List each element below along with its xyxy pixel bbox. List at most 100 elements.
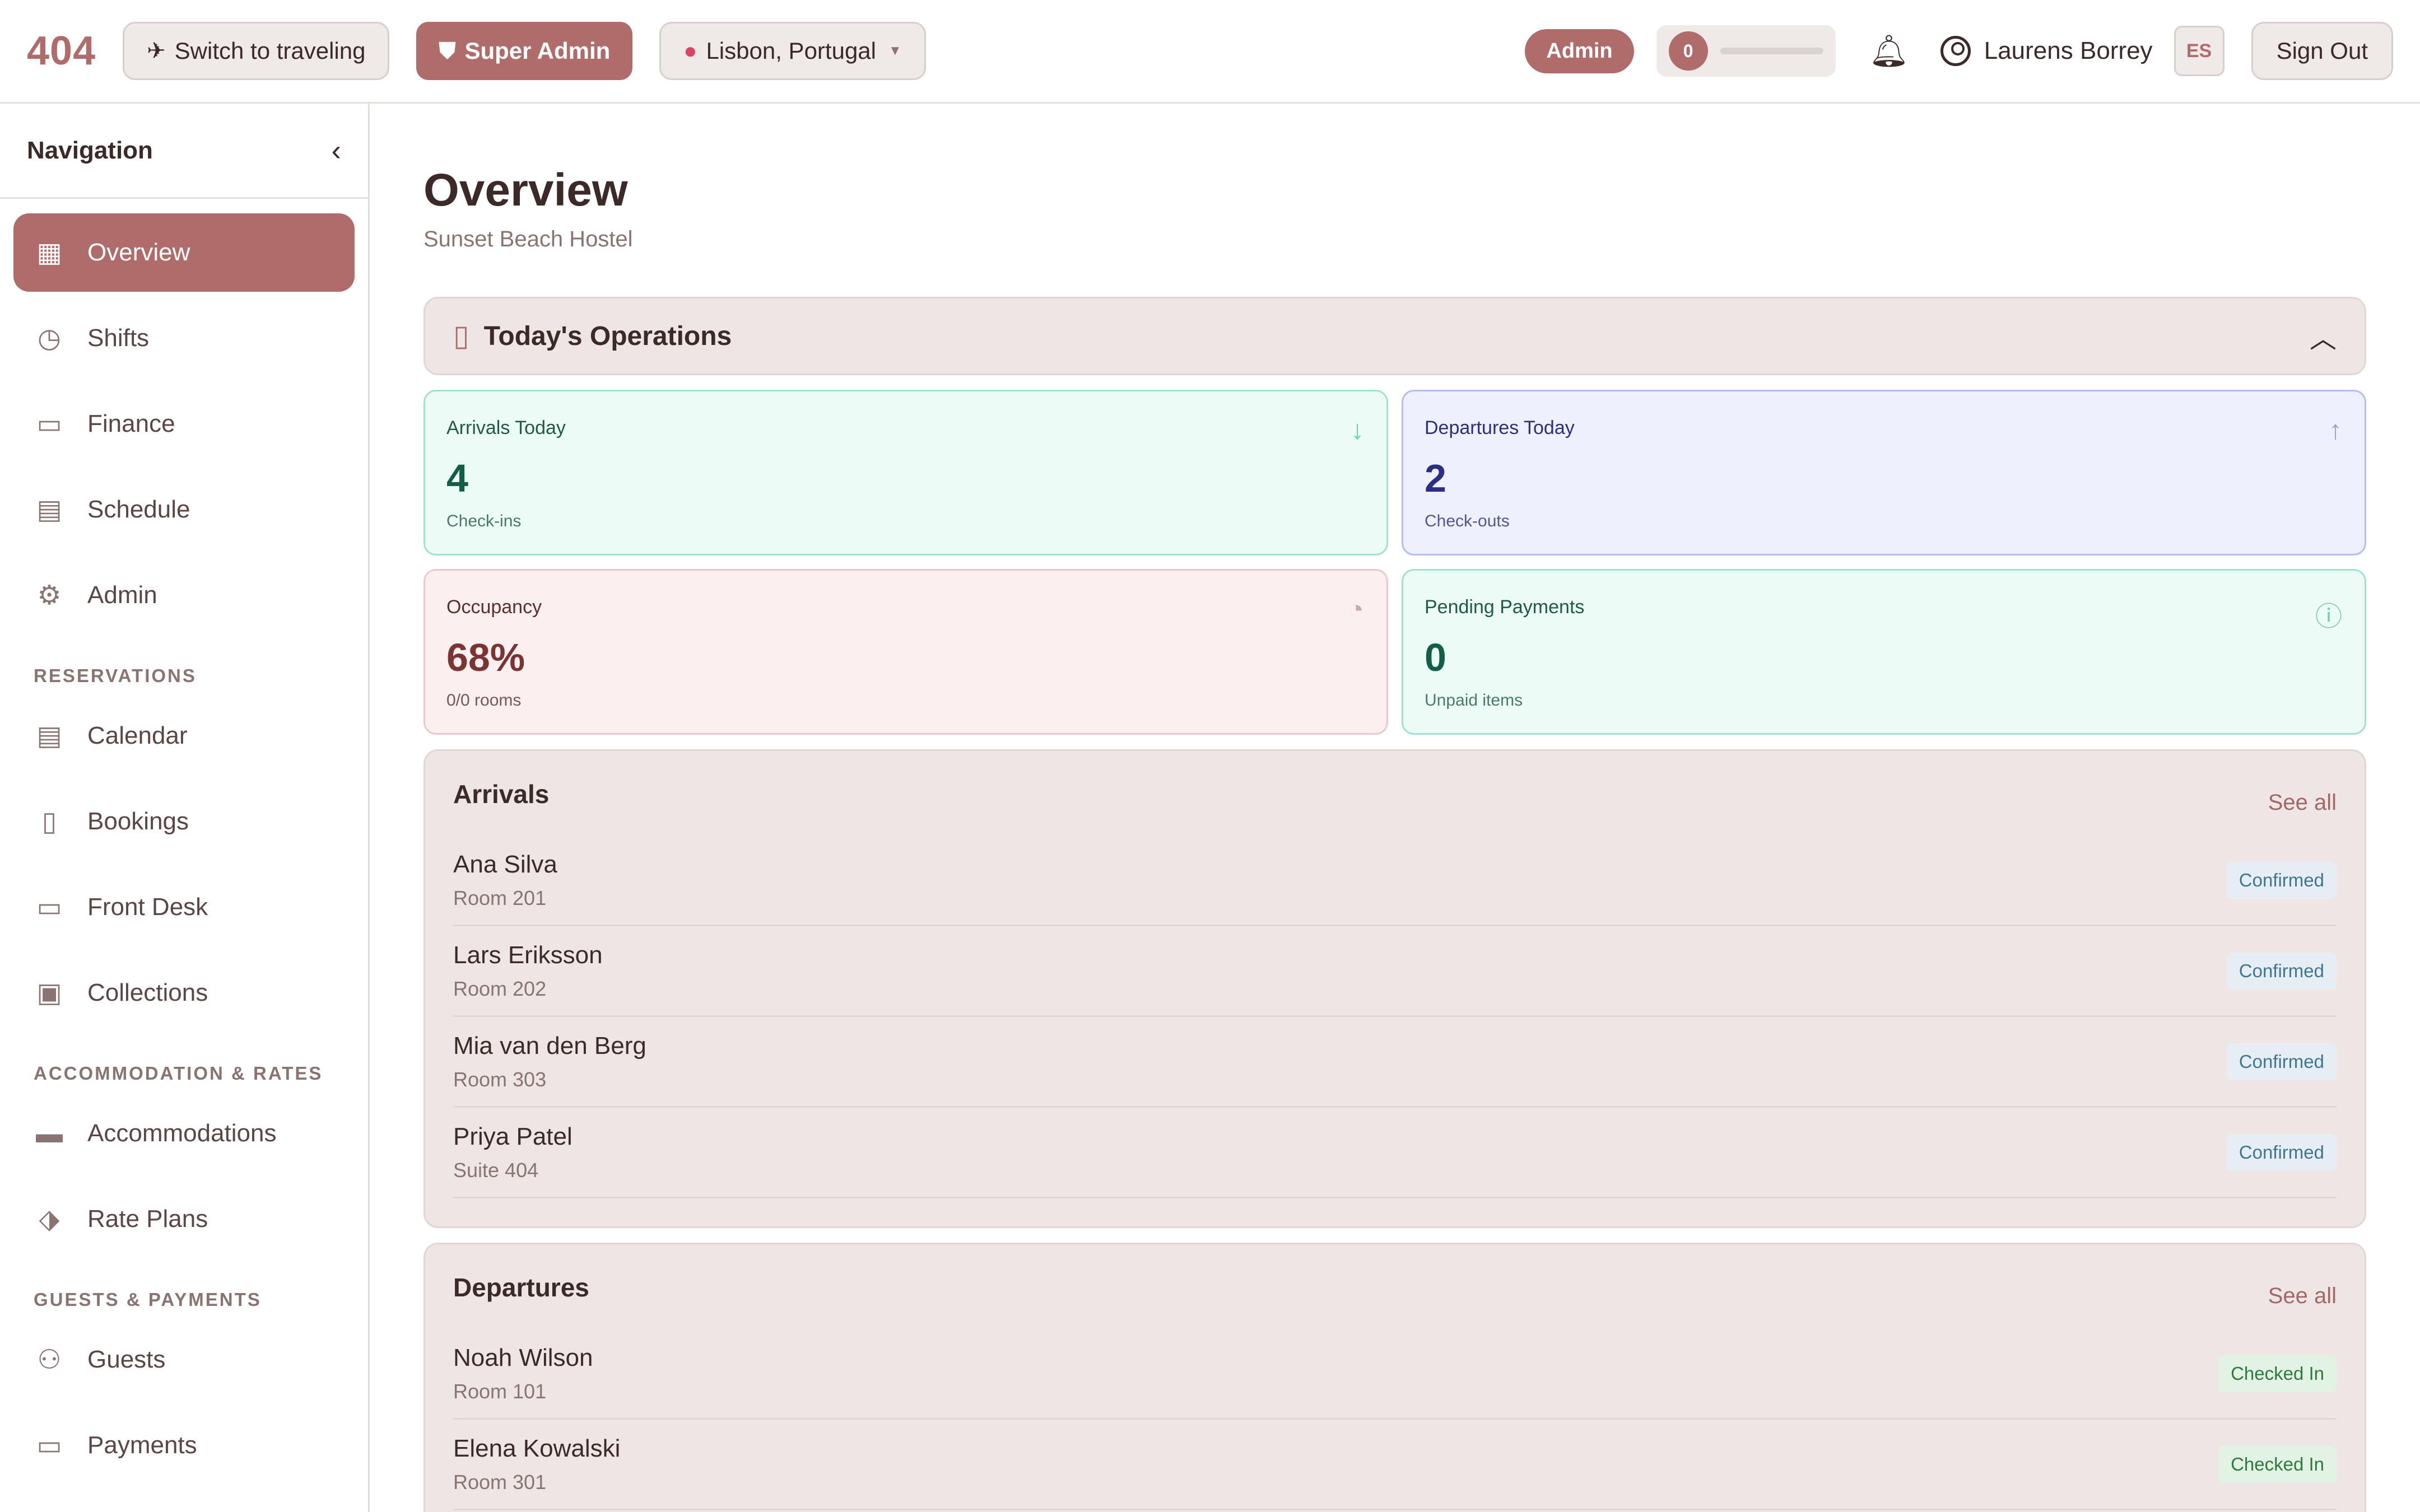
page-subtitle: Sunset Beach Hostel — [424, 227, 633, 251]
gear-icon: ⚙ — [37, 581, 62, 610]
chevron-down-icon: ▼ — [888, 43, 902, 58]
card-value: 2 — [1425, 456, 1446, 500]
user-menu[interactable]: Laurens Borrey — [1940, 36, 2153, 66]
list-item[interactable]: Noah Wilson Room 101 Checked In — [453, 1329, 2337, 1420]
chevron-up-icon: ︿ — [2309, 324, 2337, 354]
language-switch[interactable]: ES — [2174, 26, 2224, 76]
progress-count: 0 — [1668, 31, 1708, 71]
calendar-icon: ▤ — [36, 721, 62, 751]
main-content: Overview Sunset Beach Hostel ▯ Today's O… — [371, 104, 2420, 1512]
sidebar-item-label: Rate Plans — [87, 1205, 208, 1233]
sidebar-item-rate-plans[interactable]: ⬗ Rate Plans — [13, 1180, 355, 1258]
departures-header: Departures See all — [453, 1272, 2337, 1309]
guest-info: Priya Patel Suite 404 — [453, 1123, 573, 1182]
sidebar-item-collections[interactable]: ▣ Collections — [13, 954, 355, 1032]
navigation-title: Navigation — [27, 136, 153, 164]
guest-name: Elena Kowalski — [453, 1434, 621, 1462]
list-item[interactable]: Elena Kowalski Room 301 Checked In — [453, 1420, 2337, 1510]
bookmark-icon: ▯ — [41, 807, 57, 837]
card-value: 0 — [1425, 636, 1446, 679]
pending-payments-card: Pending Payments 0 Unpaid items ⓘ — [1402, 569, 2366, 735]
room-label: Suite 404 — [453, 1158, 539, 1182]
sidebar-item-label: Bookings — [87, 808, 189, 835]
sidebar-section-heading: ACCOMMODATION & RATES — [34, 1063, 323, 1084]
super-admin-button[interactable]: ⛊ Super Admin — [416, 22, 633, 80]
nav-main-list: ▦ Overview ◷ Shifts ▭ Finance ▤ Schedule ⚙ Admin — [0, 213, 368, 634]
sidebar-item-guests[interactable]: ⚇ Guests — [13, 1320, 355, 1399]
card-label: Pending Payments — [1425, 596, 1585, 618]
list-item[interactable]: Ana Silva Room 201 Confirmed — [453, 836, 2337, 926]
bed-icon: ▬ — [36, 1118, 63, 1149]
sidebar-item-label: Accommodations — [87, 1119, 277, 1147]
nav-sections: RESERVATIONS ▤ Calendar ▯ Bookings ▭ Front Des… — [0, 642, 368, 1485]
clipboard-icon: ▯ — [453, 320, 469, 352]
card-sub: Check-ins — [446, 512, 522, 530]
list-item[interactable]: Mia van den Berg Room 303 Confirmed — [453, 1017, 2337, 1108]
calendar-icon: ▤ — [36, 495, 62, 525]
sidebar-item-label: Finance — [87, 410, 175, 437]
switch-to-traveling-button[interactable]: ✈ Switch to traveling — [123, 22, 390, 80]
sidebar-item-payments[interactable]: ▭ Payments — [13, 1406, 355, 1485]
grid-icon: ▦ — [36, 238, 62, 268]
todays-operations-toggle[interactable]: ▯ Today's Operations ︿ — [424, 297, 2366, 375]
sidebar-item-overview[interactable]: ▦ Overview — [13, 213, 355, 292]
card-sub: Unpaid items — [1425, 691, 1523, 710]
sidebar-item-label: Overview — [87, 239, 190, 266]
sign-out-button[interactable]: Sign Out — [2251, 22, 2393, 80]
progress-track — [1720, 48, 1823, 54]
plane-icon: ✈ — [147, 39, 166, 63]
guest-name: Ana Silva — [453, 850, 557, 878]
todays-operations-title: Today's Operations — [483, 321, 732, 351]
room-label: Room 201 — [453, 886, 547, 909]
map-pin-icon: ● — [683, 38, 697, 63]
occupancy-card: Occupancy 68% 0/0 rooms ◔ — [424, 569, 1388, 735]
status-badge: Confirmed — [2226, 861, 2337, 899]
list-item[interactable]: Priya Patel Suite 404 Confirmed — [453, 1108, 2337, 1198]
status-badge: Confirmed — [2226, 1043, 2337, 1080]
sidebar-item-label: Collections — [87, 979, 208, 1006]
departures-panel: Departures See all Noah Wilson Room 101 Ch… — [424, 1243, 2366, 1512]
card-sub: Check-outs — [1425, 512, 1510, 530]
guest-name: Lars Eriksson — [453, 941, 603, 969]
sidebar-item-label: Calendar — [87, 722, 188, 749]
departures-list: Noah Wilson Room 101 Checked In Elena Kowal… — [453, 1329, 2337, 1510]
sidebar-section-heading: GUESTS & PAYMENTS — [34, 1289, 262, 1310]
sidebar-item-shifts[interactable]: ◷ Shifts — [13, 299, 355, 377]
wallet-icon: ▭ — [36, 409, 62, 439]
sidebar-item-finance[interactable]: ▭ Finance — [13, 385, 355, 463]
sidebar-item-accommodations[interactable]: ▬ Accommodations — [13, 1094, 355, 1173]
location-selector[interactable]: ● Lisbon, Portugal ▼ — [659, 22, 926, 80]
location-label: Lisbon, Portugal — [706, 38, 876, 64]
room-label: Room 101 — [453, 1379, 547, 1403]
arrow-down-icon: ↓ — [1351, 416, 1364, 445]
guest-info: Lars Eriksson Room 202 — [453, 941, 603, 1001]
collapse-sidebar-icon[interactable]: ‹ — [332, 134, 341, 167]
guest-name: Mia van den Berg — [453, 1032, 646, 1060]
card-value: 4 — [446, 456, 468, 500]
shield-icon: ⛊ — [439, 38, 456, 63]
sidebar-item-calendar[interactable]: ▤ Calendar — [13, 697, 355, 775]
sidebar: Navigation ‹ ▦ Overview ◷ Shifts ▭ Finance ▤ Sc… — [0, 104, 370, 1512]
sidebar-item-front-desk[interactable]: ▭ Front Desk — [13, 868, 355, 946]
bell-icon[interactable]: 🔔︎ — [1869, 32, 1909, 69]
cash-icon: ▣ — [36, 978, 62, 1008]
arrow-up-icon: ↑ — [2329, 416, 2342, 445]
sidebar-item-admin[interactable]: ⚙ Admin — [13, 556, 355, 634]
status-badge: Checked In — [2218, 1445, 2337, 1483]
sidebar-item-bookings[interactable]: ▯ Bookings — [13, 782, 355, 861]
list-item[interactable]: Lars Eriksson Room 202 Confirmed — [453, 926, 2337, 1017]
card-label: Occupancy — [446, 596, 542, 618]
role-badge: Admin — [1525, 29, 1634, 73]
room-label: Room 202 — [453, 977, 547, 1000]
app-logo[interactable]: 404 — [27, 28, 96, 74]
user-circle-icon — [1940, 36, 1971, 66]
sidebar-item-label: Guests — [87, 1346, 166, 1373]
progress-indicator: 0 — [1656, 25, 1836, 77]
departures-see-all-link[interactable]: See all — [2268, 1284, 2337, 1309]
sidebar-item-schedule[interactable]: ▤ Schedule — [13, 470, 355, 549]
card-label: Arrivals Today — [446, 417, 566, 438]
sidebar-section-heading: RESERVATIONS — [34, 665, 197, 686]
sidebar-item-label: Shifts — [87, 324, 150, 352]
card-label: Departures Today — [1425, 417, 1575, 438]
arrivals-see-all-link[interactable]: See all — [2268, 790, 2337, 815]
